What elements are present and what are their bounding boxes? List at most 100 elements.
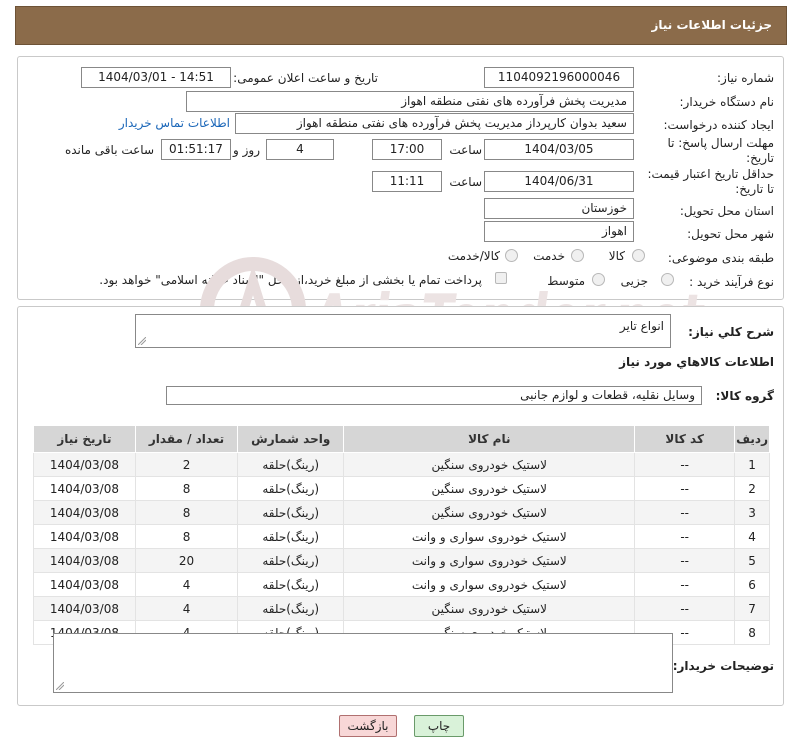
cell-goods-code: -- (634, 524, 736, 549)
cell-quantity: 2 (134, 452, 239, 477)
time-remaining-field[interactable]: 01:51:17 (161, 139, 231, 160)
cell-need-date: 1404/03/08 (33, 476, 136, 501)
cell-unit: (رینگ)حلقه (237, 452, 345, 477)
cell-quantity: 8 (134, 524, 239, 549)
cell-row-number: 8 (734, 620, 770, 645)
goods-table: ردیف کد کالا نام کالا واحد شمارش تعداد /… (33, 425, 770, 645)
print-button[interactable]: چاپ (414, 715, 464, 737)
cell-goods-code: -- (634, 596, 736, 621)
col-header-goods-code: کد کالا (634, 425, 736, 453)
goods-group-label: گروه کالا: (715, 389, 774, 403)
creator-field[interactable]: سعید بدوان کارپرداز مدیریت پخش فرآورده ه… (235, 113, 634, 134)
reply-time-label: ساعت (449, 143, 482, 157)
cell-row-number: 2 (734, 476, 770, 501)
cell-goods-code: -- (634, 548, 736, 573)
creator-label: ایجاد کننده درخواست: (663, 118, 774, 132)
general-desc-label: شرح کلي نياز: (688, 325, 774, 339)
page-title: جزئیات اطلاعات نیاز (651, 18, 772, 32)
cell-goods-name: لاستیک خودروی سنگین (343, 476, 636, 501)
table-header-row: ردیف کد کالا نام کالا واحد شمارش تعداد /… (33, 425, 770, 453)
reply-deadline-label-line2: تاریخ: (746, 151, 774, 165)
cell-need-date: 1404/03/08 (33, 524, 136, 549)
goods-info-title: اطلاعات کالاهاي مورد نياز (619, 355, 774, 369)
cell-need-date: 1404/03/08 (33, 500, 136, 525)
resize-grip-icon[interactable] (138, 337, 146, 345)
general-desc-text: انواع تایر (619, 319, 664, 333)
days-label: روز و (233, 143, 260, 157)
col-header-quantity: تعداد / مقدار (134, 425, 239, 453)
cell-goods-code: -- (634, 452, 736, 477)
cell-unit: (رینگ)حلقه (237, 548, 345, 573)
price-date-field[interactable]: 1404/06/31 (484, 171, 634, 192)
general-desc-field[interactable]: انواع تایر (135, 314, 671, 348)
cell-need-date: 1404/03/08 (33, 452, 136, 477)
cell-goods-name: لاستیک خودروی سواری و وانت (343, 572, 636, 597)
table-row: 7 -- لاستیک خودروی سنگین (رینگ)حلقه 4 14… (33, 596, 770, 621)
city-label: شهر محل تحویل: (687, 227, 774, 241)
cell-unit: (رینگ)حلقه (237, 500, 345, 525)
days-remaining-field[interactable]: 4 (266, 139, 334, 160)
table-row: 4 -- لاستیک خودروی سواری و وانت (رینگ)حل… (33, 524, 770, 549)
table-row: 6 -- لاستیک خودروی سواری و وانت (رینگ)حل… (33, 572, 770, 597)
cell-unit: (رینگ)حلقه (237, 524, 345, 549)
table-row: 5 -- لاستیک خودروی سواری و وانت (رینگ)حل… (33, 548, 770, 573)
table-row: 2 -- لاستیک خودروی سنگین (رینگ)حلقه 8 14… (33, 476, 770, 501)
reply-deadline-label-line1: مهلت ارسال پاسخ: تا (667, 136, 774, 150)
cell-goods-name: لاستیک خودروی سواری و وانت (343, 524, 636, 549)
cell-unit: (رینگ)حلقه (237, 596, 345, 621)
cell-quantity: 8 (134, 476, 239, 501)
cell-row-number: 4 (734, 524, 770, 549)
price-deadline-label-line2: تا تاریخ: (735, 182, 774, 196)
need-number-label: شماره نیاز: (717, 71, 774, 85)
cell-goods-code: -- (634, 476, 736, 501)
back-button[interactable]: بازگشت (339, 715, 397, 737)
buyer-org-field[interactable]: مدیریت پخش فرآورده های نفتی منطقه اهواز (186, 91, 634, 112)
city-field[interactable]: اهواز (484, 221, 634, 242)
buyer-notes-field[interactable] (53, 633, 673, 693)
cell-quantity: 4 (134, 596, 239, 621)
reply-date-field[interactable]: 1404/03/05 (484, 139, 634, 160)
cell-need-date: 1404/03/08 (33, 596, 136, 621)
price-time-field[interactable]: 11:11 (372, 171, 442, 192)
cell-quantity: 8 (134, 500, 239, 525)
cell-goods-code: -- (634, 500, 736, 525)
price-deadline-label-line1: حداقل تاریخ اعتبار قیمت: (647, 167, 774, 181)
buyer-contact-link[interactable]: اطلاعات تماس خریدار (119, 116, 230, 130)
col-header-goods-name: نام کالا (343, 425, 636, 453)
price-deadline-label: حداقل تاریخ اعتبار قیمت: تا تاریخ: (647, 167, 774, 197)
cell-need-date: 1404/03/08 (33, 548, 136, 573)
cell-goods-code: -- (634, 572, 736, 597)
buyer-notes-label: توضیحات خریدار: (672, 659, 774, 673)
price-time-label: ساعت (449, 175, 482, 189)
resize-grip-icon[interactable] (56, 682, 64, 690)
cell-goods-name: لاستیک خودروی سنگین (343, 596, 636, 621)
col-header-need-date: تاریخ نیاز (33, 425, 136, 453)
cell-need-date: 1404/03/08 (33, 572, 136, 597)
table-row: 1 -- لاستیک خودروی سنگین (رینگ)حلقه 2 14… (33, 452, 770, 477)
cell-unit: (رینگ)حلقه (237, 476, 345, 501)
time-remaining-label: ساعت باقی مانده (64, 143, 154, 157)
province-field[interactable]: خوزستان (484, 198, 634, 219)
cell-quantity: 20 (134, 548, 239, 573)
cell-row-number: 7 (734, 596, 770, 621)
cell-goods-name: لاستیک خودروی سواری و وانت (343, 548, 636, 573)
need-number-field[interactable]: 1104092196000046 (484, 67, 634, 88)
cell-row-number: 6 (734, 572, 770, 597)
reply-deadline-label: مهلت ارسال پاسخ: تا تاریخ: (667, 136, 774, 166)
col-header-unit: واحد شمارش (237, 425, 345, 453)
province-label: استان محل تحویل: (679, 204, 774, 218)
col-header-row-number: ردیف (734, 425, 770, 453)
cell-row-number: 1 (734, 452, 770, 477)
page-header: جزئیات اطلاعات نیاز (15, 6, 787, 45)
announce-datetime-field[interactable]: 1404/03/01 - 14:51 (81, 67, 231, 88)
reply-time-field[interactable]: 17:00 (372, 139, 442, 160)
cell-goods-name: لاستیک خودروی سنگین (343, 452, 636, 477)
cell-unit: (رینگ)حلقه (237, 572, 345, 597)
buyer-org-label: نام دستگاه خریدار: (679, 95, 775, 109)
announce-datetime-label: تاریخ و ساعت اعلان عمومی: (233, 71, 378, 85)
cell-goods-name: لاستیک خودروی سنگین (343, 500, 636, 525)
cell-quantity: 4 (134, 572, 239, 597)
table-row: 3 -- لاستیک خودروی سنگین (رینگ)حلقه 8 14… (33, 500, 770, 525)
goods-group-field[interactable]: وسایل نقلیه، قطعات و لوازم جانبی (166, 386, 702, 405)
cell-row-number: 5 (734, 548, 770, 573)
